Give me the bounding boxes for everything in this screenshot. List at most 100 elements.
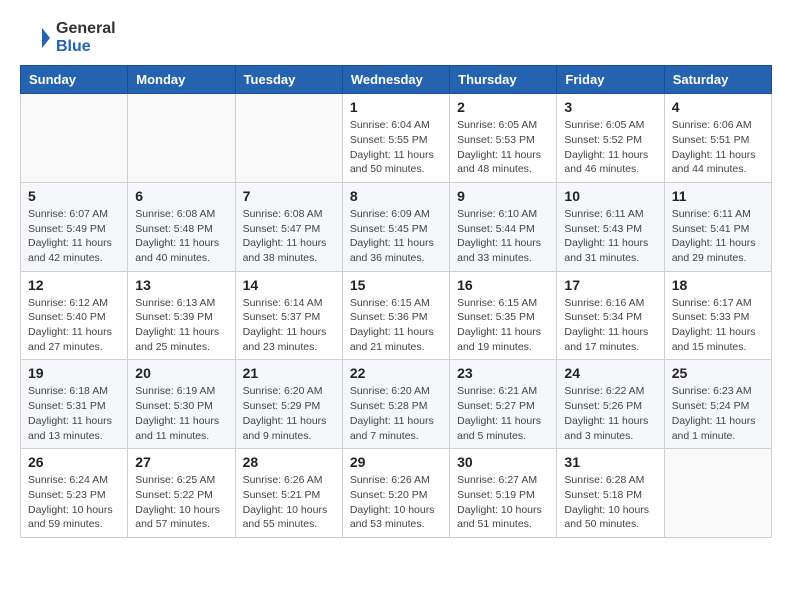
calendar-cell: 6 Sunrise: 6:08 AMSunset: 5:48 PMDaylight… bbox=[128, 182, 235, 271]
day-number: 25 bbox=[672, 365, 764, 381]
calendar-cell: 31 Sunrise: 6:28 AMSunset: 5:18 PMDayligh… bbox=[557, 449, 664, 538]
day-info: Sunrise: 6:11 AMSunset: 5:43 PMDaylight:… bbox=[564, 207, 656, 266]
day-number: 16 bbox=[457, 277, 549, 293]
day-number: 12 bbox=[28, 277, 120, 293]
day-info: Sunrise: 6:10 AMSunset: 5:44 PMDaylight:… bbox=[457, 207, 549, 266]
day-number: 5 bbox=[28, 188, 120, 204]
calendar-cell bbox=[664, 449, 771, 538]
day-number: 22 bbox=[350, 365, 442, 381]
calendar-cell: 20 Sunrise: 6:19 AMSunset: 5:30 PMDayligh… bbox=[128, 360, 235, 449]
day-info: Sunrise: 6:12 AMSunset: 5:40 PMDaylight:… bbox=[28, 296, 120, 355]
calendar-cell: 10 Sunrise: 6:11 AMSunset: 5:43 PMDayligh… bbox=[557, 182, 664, 271]
day-info: Sunrise: 6:26 AMSunset: 5:21 PMDaylight:… bbox=[243, 473, 335, 532]
calendar-cell: 26 Sunrise: 6:24 AMSunset: 5:23 PMDayligh… bbox=[21, 449, 128, 538]
day-info: Sunrise: 6:21 AMSunset: 5:27 PMDaylight:… bbox=[457, 384, 549, 443]
day-info: Sunrise: 6:05 AMSunset: 5:53 PMDaylight:… bbox=[457, 118, 549, 177]
day-number: 20 bbox=[135, 365, 227, 381]
calendar-cell bbox=[128, 94, 235, 183]
calendar-cell: 9 Sunrise: 6:10 AMSunset: 5:44 PMDaylight… bbox=[450, 182, 557, 271]
page-header: General Blue bbox=[20, 20, 772, 55]
calendar-header-row: SundayMondayTuesdayWednesdayThursdayFrid… bbox=[21, 66, 772, 94]
day-number: 10 bbox=[564, 188, 656, 204]
day-info: Sunrise: 6:26 AMSunset: 5:20 PMDaylight:… bbox=[350, 473, 442, 532]
calendar-week-row: 1 Sunrise: 6:04 AMSunset: 5:55 PMDaylight… bbox=[21, 94, 772, 183]
day-info: Sunrise: 6:16 AMSunset: 5:34 PMDaylight:… bbox=[564, 296, 656, 355]
calendar-cell: 25 Sunrise: 6:23 AMSunset: 5:24 PMDayligh… bbox=[664, 360, 771, 449]
day-info: Sunrise: 6:09 AMSunset: 5:45 PMDaylight:… bbox=[350, 207, 442, 266]
calendar-cell: 15 Sunrise: 6:15 AMSunset: 5:36 PMDayligh… bbox=[342, 271, 449, 360]
day-info: Sunrise: 6:08 AMSunset: 5:48 PMDaylight:… bbox=[135, 207, 227, 266]
calendar-cell: 3 Sunrise: 6:05 AMSunset: 5:52 PMDaylight… bbox=[557, 94, 664, 183]
calendar-cell: 8Sunrise: 6:09 AMSunset: 5:45 PMDaylight… bbox=[342, 182, 449, 271]
day-info: Sunrise: 6:14 AMSunset: 5:37 PMDaylight:… bbox=[243, 296, 335, 355]
calendar-cell: 22 Sunrise: 6:20 AMSunset: 5:28 PMDayligh… bbox=[342, 360, 449, 449]
calendar-week-row: 12 Sunrise: 6:12 AMSunset: 5:40 PMDayligh… bbox=[21, 271, 772, 360]
day-number: 23 bbox=[457, 365, 549, 381]
day-info: Sunrise: 6:17 AMSunset: 5:33 PMDaylight:… bbox=[672, 296, 764, 355]
day-number: 13 bbox=[135, 277, 227, 293]
calendar-week-row: 26 Sunrise: 6:24 AMSunset: 5:23 PMDayligh… bbox=[21, 449, 772, 538]
calendar-table: SundayMondayTuesdayWednesdayThursdayFrid… bbox=[20, 65, 772, 538]
calendar-cell: 24Sunrise: 6:22 AMSunset: 5:26 PMDayligh… bbox=[557, 360, 664, 449]
day-number: 24 bbox=[564, 365, 656, 381]
day-number: 1 bbox=[350, 99, 442, 115]
day-info: Sunrise: 6:04 AMSunset: 5:55 PMDaylight:… bbox=[350, 118, 442, 177]
col-header-friday: Friday bbox=[557, 66, 664, 94]
calendar-cell: 11 Sunrise: 6:11 AMSunset: 5:41 PMDayligh… bbox=[664, 182, 771, 271]
day-number: 28 bbox=[243, 454, 335, 470]
calendar-cell: 27Sunrise: 6:25 AMSunset: 5:22 PMDayligh… bbox=[128, 449, 235, 538]
day-info: Sunrise: 6:11 AMSunset: 5:41 PMDaylight:… bbox=[672, 207, 764, 266]
calendar-cell: 19Sunrise: 6:18 AMSunset: 5:31 PMDayligh… bbox=[21, 360, 128, 449]
logo: General Blue bbox=[20, 20, 116, 55]
col-header-monday: Monday bbox=[128, 66, 235, 94]
day-info: Sunrise: 6:07 AMSunset: 5:49 PMDaylight:… bbox=[28, 207, 120, 266]
day-number: 9 bbox=[457, 188, 549, 204]
day-number: 17 bbox=[564, 277, 656, 293]
day-number: 2 bbox=[457, 99, 549, 115]
day-info: Sunrise: 6:25 AMSunset: 5:22 PMDaylight:… bbox=[135, 473, 227, 532]
calendar-cell: 14 Sunrise: 6:14 AMSunset: 5:37 PMDayligh… bbox=[235, 271, 342, 360]
calendar-cell bbox=[21, 94, 128, 183]
day-number: 11 bbox=[672, 188, 764, 204]
calendar-cell: 4 Sunrise: 6:06 AMSunset: 5:51 PMDaylight… bbox=[664, 94, 771, 183]
day-info: Sunrise: 6:15 AMSunset: 5:35 PMDaylight:… bbox=[457, 296, 549, 355]
day-number: 26 bbox=[28, 454, 120, 470]
col-header-sunday: Sunday bbox=[21, 66, 128, 94]
calendar-cell: 2 Sunrise: 6:05 AMSunset: 5:53 PMDaylight… bbox=[450, 94, 557, 183]
day-number: 21 bbox=[243, 365, 335, 381]
day-info: Sunrise: 6:27 AMSunset: 5:19 PMDaylight:… bbox=[457, 473, 549, 532]
calendar-cell: 17 Sunrise: 6:16 AMSunset: 5:34 PMDayligh… bbox=[557, 271, 664, 360]
day-number: 30 bbox=[457, 454, 549, 470]
day-info: Sunrise: 6:28 AMSunset: 5:18 PMDaylight:… bbox=[564, 473, 656, 532]
day-info: Sunrise: 6:13 AMSunset: 5:39 PMDaylight:… bbox=[135, 296, 227, 355]
day-info: Sunrise: 6:19 AMSunset: 5:30 PMDaylight:… bbox=[135, 384, 227, 443]
calendar-cell: 12 Sunrise: 6:12 AMSunset: 5:40 PMDayligh… bbox=[21, 271, 128, 360]
day-info: Sunrise: 6:23 AMSunset: 5:24 PMDaylight:… bbox=[672, 384, 764, 443]
col-header-wednesday: Wednesday bbox=[342, 66, 449, 94]
day-number: 3 bbox=[564, 99, 656, 115]
day-info: Sunrise: 6:15 AMSunset: 5:36 PMDaylight:… bbox=[350, 296, 442, 355]
day-info: Sunrise: 6:20 AMSunset: 5:29 PMDaylight:… bbox=[243, 384, 335, 443]
day-info: Sunrise: 6:06 AMSunset: 5:51 PMDaylight:… bbox=[672, 118, 764, 177]
day-number: 18 bbox=[672, 277, 764, 293]
day-number: 4 bbox=[672, 99, 764, 115]
day-number: 6 bbox=[135, 188, 227, 204]
calendar-cell: 28 Sunrise: 6:26 AMSunset: 5:21 PMDayligh… bbox=[235, 449, 342, 538]
calendar-cell: 18 Sunrise: 6:17 AMSunset: 5:33 PMDayligh… bbox=[664, 271, 771, 360]
day-info: Sunrise: 6:24 AMSunset: 5:23 PMDaylight:… bbox=[28, 473, 120, 532]
day-number: 7 bbox=[243, 188, 335, 204]
col-header-saturday: Saturday bbox=[664, 66, 771, 94]
calendar-cell: 5 Sunrise: 6:07 AMSunset: 5:49 PMDaylight… bbox=[21, 182, 128, 271]
calendar-cell: 29Sunrise: 6:26 AMSunset: 5:20 PMDayligh… bbox=[342, 449, 449, 538]
day-number: 15 bbox=[350, 277, 442, 293]
day-info: Sunrise: 6:20 AMSunset: 5:28 PMDaylight:… bbox=[350, 384, 442, 443]
calendar-week-row: 5 Sunrise: 6:07 AMSunset: 5:49 PMDaylight… bbox=[21, 182, 772, 271]
logo-icon bbox=[20, 22, 52, 54]
calendar-week-row: 19Sunrise: 6:18 AMSunset: 5:31 PMDayligh… bbox=[21, 360, 772, 449]
day-info: Sunrise: 6:05 AMSunset: 5:52 PMDaylight:… bbox=[564, 118, 656, 177]
day-number: 14 bbox=[243, 277, 335, 293]
calendar-cell bbox=[235, 94, 342, 183]
calendar-cell: 23 Sunrise: 6:21 AMSunset: 5:27 PMDayligh… bbox=[450, 360, 557, 449]
calendar-cell: 30 Sunrise: 6:27 AMSunset: 5:19 PMDayligh… bbox=[450, 449, 557, 538]
day-number: 31 bbox=[564, 454, 656, 470]
